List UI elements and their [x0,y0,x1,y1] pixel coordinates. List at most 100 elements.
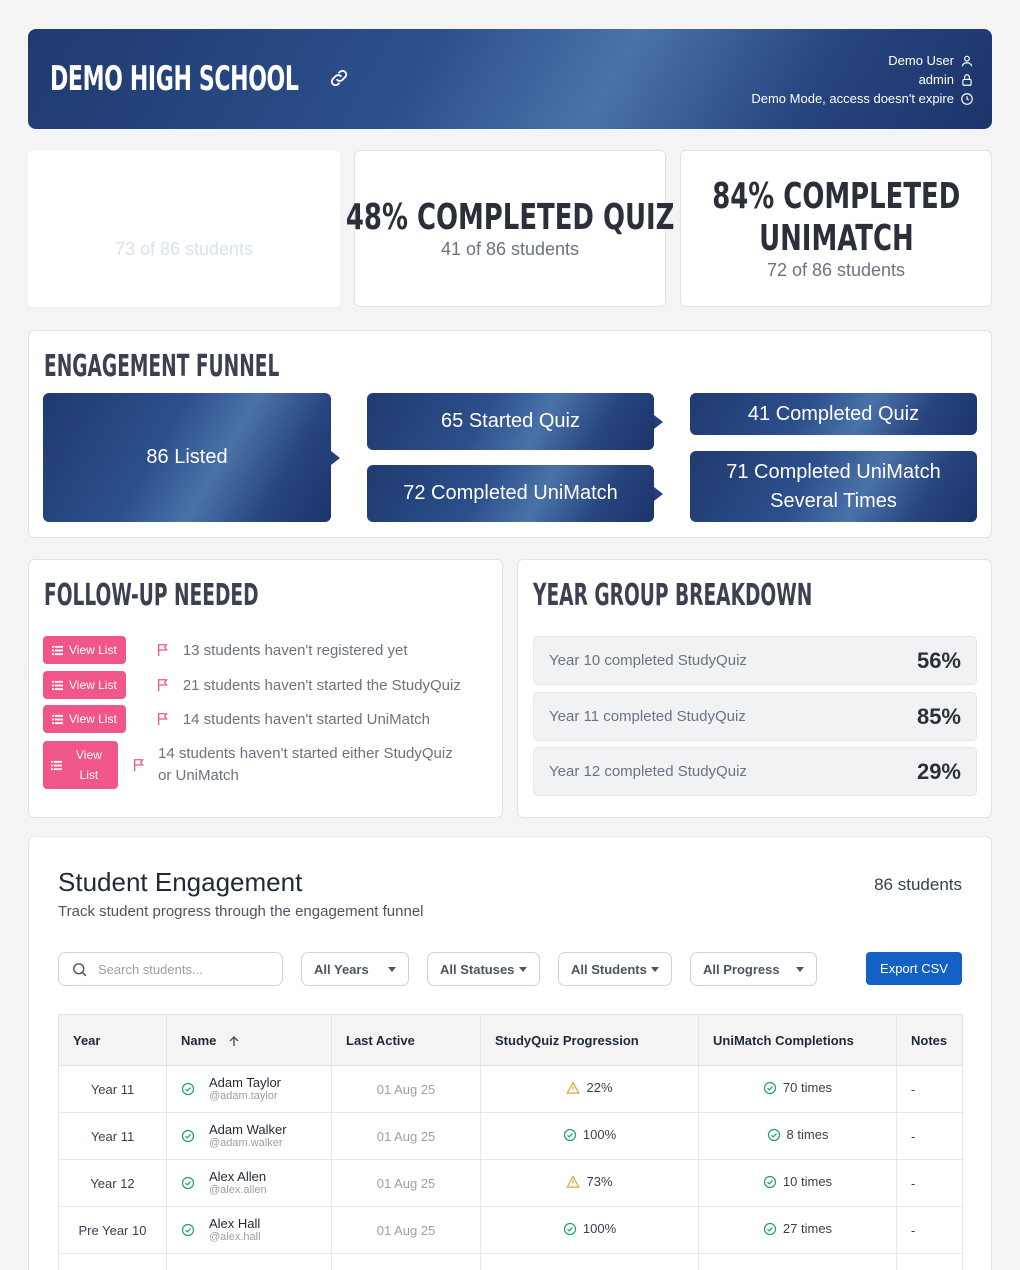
clock-icon [961,92,973,105]
export-csv-button[interactable]: Export CSV [866,952,962,985]
student-name[interactable]: Alex Hall [209,1216,261,1231]
list-icon [52,680,63,690]
year-group-row: Year 12 completed StudyQuiz 29% [533,747,977,796]
stat-headline-line2: UNIMATCH [758,218,914,259]
view-list-label: View List [69,712,117,726]
warning-icon [566,1081,581,1094]
col-year[interactable]: Year [58,1014,167,1066]
stat-headline-line1: 84% COMPLETED [711,176,961,217]
followup-text: 13 students haven't registered yet [182,641,408,659]
student-engagement-panel: Student Engagement Track student progres… [28,836,992,1270]
student-username: @adam.walker [209,1137,283,1149]
year-group-pct: 56% [916,647,961,673]
view-list-button[interactable]: View List [43,671,126,699]
view-list-button[interactable]: View List [43,705,126,733]
search-icon [73,962,87,976]
cell-name: Alex Hall @alex.hall [166,1206,332,1254]
list-icon [52,645,63,655]
followup-panel: FOLLOW-UP NEEDED View List 13 students h… [28,559,503,818]
cell-notes[interactable] [896,1253,963,1270]
stat-registered: 85% REGISTERED 73 of 86 students [28,150,340,307]
table-row[interactable]: Alex Murphy [58,1253,963,1270]
cell-unimatch: 27 times [698,1206,897,1254]
col-last-active[interactable]: Last Active [331,1014,481,1066]
engagement-funnel-panel: ENGAGEMENT FUNNEL 86 Listed 65 Started Q… [28,330,992,538]
check-circle-icon [563,1222,577,1235]
cell-unimatch: 70 times [698,1065,897,1113]
flag-icon [133,759,144,772]
check-circle-icon [181,1129,195,1143]
lock-icon [962,73,972,86]
search-input[interactable] [98,961,268,977]
school-name: DEMO HIGH SCHOOL [50,59,299,99]
cell-notes[interactable]: - [896,1159,963,1207]
cell-notes[interactable]: - [896,1206,963,1254]
cell-name: Alex Allen @alex.allen [166,1159,332,1207]
view-list-button[interactable]: View List [43,636,126,664]
student-name[interactable]: Adam Taylor [209,1075,281,1090]
warning-icon [566,1175,581,1188]
stat-sub: 73 of 86 students [114,239,254,259]
student-table: Year Name Last Active StudyQuiz Progress… [58,1014,963,1270]
cell-notes[interactable]: - [896,1065,963,1113]
sort-arrow-up-icon [229,1036,239,1047]
year-group-pct: 29% [916,758,961,784]
year-group-label: Year 10 completed StudyQuiz [549,652,747,669]
unimatch-value: 70 times [782,1080,833,1096]
cell-unimatch: 10 times [698,1159,897,1207]
filter-students[interactable]: All Students [558,952,672,986]
table-row[interactable]: Year 12 Alex Allen @alex.allen 01 Aug 25 73%… [58,1159,963,1207]
flag-icon [157,644,168,657]
search-box[interactable] [58,952,283,986]
followup-item: View List 14 students haven't started ei… [43,741,453,789]
view-list-label: View List [76,745,102,785]
student-username: @alex.allen [209,1184,267,1196]
view-list-label: View List [69,678,117,692]
followup-item: View List 21 students haven't started th… [43,671,461,699]
cell-notes[interactable]: - [896,1112,963,1160]
col-notes[interactable]: Notes [896,1014,963,1066]
filter-statuses-label: All Statuses [440,961,515,977]
cell-unimatch [698,1253,897,1270]
col-name[interactable]: Name [166,1014,332,1066]
stat-headline: 48% COMPLETED QUIZ [345,197,675,238]
year-group-pct: 85% [916,703,961,729]
table-row[interactable]: Pre Year 10 Alex Hall @alex.hall 01 Aug 25 1… [58,1206,963,1254]
check-circle-icon [763,1175,777,1188]
student-name[interactable]: Adam Walker [209,1122,287,1137]
flag-icon [157,679,168,692]
funnel-listed: 86 Listed [43,393,340,522]
engagement-title: Student Engagement [58,867,303,897]
col-studyquiz[interactable]: StudyQuiz Progression [480,1014,699,1066]
table-row[interactable]: Year 11 Adam Taylor @adam.taylor 01 Aug 25 2… [58,1065,963,1113]
stat-sub: 41 of 86 students [440,239,580,259]
followup-item: View List 13 students haven't registered… [43,636,407,664]
followup-title: FOLLOW-UP NEEDED [44,578,259,613]
stat-completed-unimatch: 84% COMPLETED UNIMATCH 72 of 86 students [680,150,992,307]
cell-last-active: 01 Aug 25 [331,1065,481,1113]
year-group-label: Year 12 completed StudyQuiz [549,763,747,780]
stat-completed-quiz: 48% COMPLETED QUIZ 41 of 86 students [346,150,674,307]
filter-years[interactable]: All Years [301,952,409,986]
list-icon [52,714,63,724]
year-group-panel: YEAR GROUP BREAKDOWN Year 10 completed S… [517,559,992,818]
chevron-down-icon [388,966,396,972]
col-name-label: Name [181,1032,217,1048]
cell-year: Year 11 [58,1112,167,1160]
filter-statuses[interactable]: All Statuses [427,952,540,986]
filter-progress[interactable]: All Progress [690,952,817,986]
user-icon [961,55,973,66]
view-list-button[interactable]: View List [43,741,118,789]
funnel-completed-quiz-label: 41 Completed Quiz [747,402,920,425]
year-group-row: Year 11 completed StudyQuiz 85% [533,692,977,741]
cell-studyquiz: 73% [480,1159,699,1207]
cell-studyquiz [480,1253,699,1270]
col-unimatch[interactable]: UniMatch Completions [698,1014,897,1066]
student-username: @alex.hall [209,1231,261,1243]
unimatch-value: 8 times [786,1127,829,1143]
student-name[interactable]: Alex Allen [209,1169,267,1184]
table-row[interactable]: Year 11 Adam Walker @adam.walker 01 Aug 25 1… [58,1112,963,1160]
link-icon[interactable] [328,67,350,89]
filter-years-label: All Years [314,961,369,977]
cell-name: Adam Walker @adam.walker [166,1112,332,1160]
